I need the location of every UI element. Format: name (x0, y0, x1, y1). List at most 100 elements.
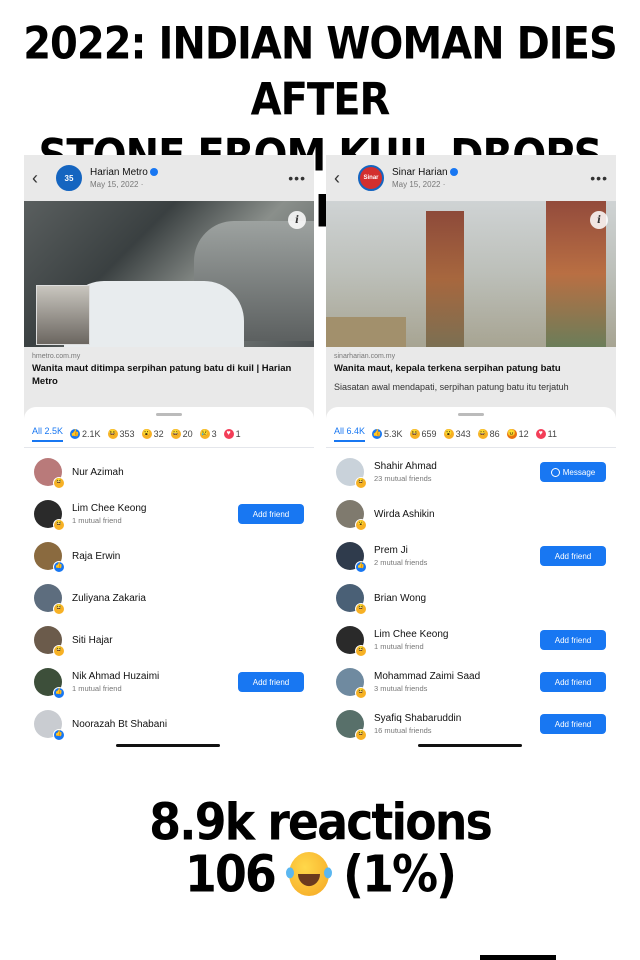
person-name[interactable]: Wirda Ashikin (374, 509, 435, 520)
person-text: Raja Erwin (72, 551, 120, 562)
tab-like[interactable]: 👍 5.3K (372, 429, 403, 439)
summary-total: 8.9k reactions (149, 792, 493, 852)
sheet-handle[interactable] (458, 413, 484, 416)
post-image[interactable]: i (24, 201, 314, 347)
list-item[interactable]: 😆 Shahir Ahmad 23 mutual friends Message (336, 451, 606, 493)
avatar[interactable]: 😆 (336, 668, 367, 699)
list-item[interactable]: 😆 Lim Chee Keong 1 mutual friend Add friend (34, 493, 304, 535)
list-item[interactable]: 😆 Nur Azimah (34, 451, 304, 493)
add-friend-button[interactable]: Add friend (540, 714, 606, 734)
haha-badge-icon: 😆 (355, 645, 367, 657)
tab-angry[interactable]: 😠 12 (506, 429, 529, 439)
list-item[interactable]: 😆 Lim Chee Keong 1 mutual friend Add friend (336, 619, 606, 661)
avatar[interactable]: 👍 (34, 542, 65, 573)
tab-like[interactable]: 👍 2.1K (70, 429, 101, 439)
tab-like-count: 2.1K (82, 429, 101, 439)
avatar[interactable]: 😆 (34, 584, 65, 615)
avatar[interactable]: 👍 (336, 542, 367, 573)
page-logo[interactable]: 35 (56, 165, 82, 191)
person-text: Nur Azimah (72, 467, 124, 478)
person-text: Syafiq Shabaruddin 16 mutual friends (374, 713, 461, 735)
tab-haha[interactable]: 😆 659 (409, 429, 437, 439)
tab-wow-count: 32 (153, 429, 164, 439)
list-item[interactable]: 👍 Prem Ji 2 mutual friends Add friend (336, 535, 606, 577)
person-text: Noorazah Bt Shabani (72, 719, 167, 730)
avatar[interactable]: 😆 (336, 584, 367, 615)
tab-all[interactable]: All 6.4K (334, 426, 366, 442)
tabs-divider (326, 447, 616, 448)
person-name[interactable]: Nur Azimah (72, 467, 124, 478)
avatar[interactable]: 😆 (34, 458, 65, 489)
post-image[interactable]: i (326, 201, 616, 347)
more-dots-icon[interactable]: ••• (288, 170, 306, 186)
person-name[interactable]: Shahir Ahmad (374, 461, 437, 472)
home-indicator (418, 744, 522, 747)
list-item[interactable]: 👍 Raja Erwin (34, 535, 304, 577)
link-domain: hmetro.com.my (32, 353, 81, 360)
list-item[interactable]: 😆 Zuliyana Zakaria (34, 577, 304, 619)
person-name[interactable]: Brian Wong (374, 593, 426, 604)
avatar[interactable]: 😆 (34, 626, 65, 657)
add-friend-button[interactable]: Add friend (238, 672, 304, 692)
page-name-link[interactable]: Sinar Harian (392, 167, 458, 178)
list-item[interactable]: 😆 Siti Hajar (34, 619, 304, 661)
haha-icon: 😆 (409, 429, 420, 439)
avatar[interactable]: 😆 (336, 710, 367, 741)
info-icon[interactable]: i (288, 211, 306, 229)
wow-icon: 😮 (443, 429, 454, 439)
shrine-shape (326, 317, 406, 347)
avatar[interactable]: 😆 (34, 500, 65, 531)
person-name[interactable]: Mohammad Zaimi Saad (374, 671, 480, 682)
list-item[interactable]: 😆 Mohammad Zaimi Saad 3 mutual friends Add … (336, 661, 606, 703)
tab-angry-count: 12 (518, 429, 529, 439)
message-button[interactable]: Message (540, 462, 606, 482)
avatar[interactable]: 😮 (336, 500, 367, 531)
add-friend-button[interactable]: Add friend (540, 546, 606, 566)
person-name[interactable]: Prem Ji (374, 545, 427, 556)
page-name-link[interactable]: Harian Metro (90, 167, 158, 178)
tab-wow[interactable]: 😮 32 (141, 429, 164, 439)
list-item[interactable]: 😆 Syafiq Shabaruddin 16 mutual friends Add … (336, 703, 606, 745)
sheet-handle[interactable] (156, 413, 182, 416)
person-text: Shahir Ahmad 23 mutual friends (374, 461, 437, 483)
list-item[interactable]: 👍 Noorazah Bt Shabani (34, 703, 304, 745)
person-name[interactable]: Raja Erwin (72, 551, 120, 562)
person-text: Lim Chee Keong 1 mutual friend (374, 629, 449, 651)
avatar[interactable]: 👍 (34, 668, 65, 699)
list-item[interactable]: 👍 Nik Ahmad Huzaimi 1 mutual friend Add fri… (34, 661, 304, 703)
info-icon[interactable]: i (590, 211, 608, 229)
person-name[interactable]: Noorazah Bt Shabani (72, 719, 167, 730)
tab-love-count: 11 (547, 429, 557, 439)
link-domain: sinarharian.com.my (334, 353, 396, 360)
tab-haha[interactable]: 😆 353 (107, 429, 135, 439)
avatar[interactable]: 😆 (336, 626, 367, 657)
person-name[interactable]: Zuliyana Zakaria (72, 593, 146, 604)
add-friend-button[interactable]: Add friend (540, 672, 606, 692)
person-name[interactable]: Nik Ahmad Huzaimi (72, 671, 159, 682)
people-list: 😆 Shahir Ahmad 23 mutual friends Message 😮 Wi… (336, 451, 606, 745)
more-dots-icon[interactable]: ••• (590, 170, 608, 186)
tab-all[interactable]: All 2.5K (32, 426, 64, 442)
add-friend-button[interactable]: Add friend (238, 504, 304, 524)
person-name[interactable]: Syafiq Shabaruddin (374, 713, 461, 724)
tab-wow[interactable]: 😮 343 (443, 429, 471, 439)
person-name[interactable]: Lim Chee Keong (72, 503, 147, 514)
tab-care[interactable]: 😄 86 (477, 429, 500, 439)
tab-care[interactable]: 😄 20 (170, 429, 193, 439)
tab-love[interactable]: ♥ 11 (535, 429, 557, 439)
tab-haha-count: 659 (421, 429, 437, 439)
chevron-left-icon[interactable]: ‹ (334, 168, 352, 189)
list-item[interactable]: 😮 Wirda Ashikin (336, 493, 606, 535)
like-badge-icon: 👍 (53, 561, 65, 573)
add-friend-button[interactable]: Add friend (540, 630, 606, 650)
list-item[interactable]: 😆 Brian Wong (336, 577, 606, 619)
avatar[interactable]: 😆 (336, 458, 367, 489)
page-logo[interactable]: Sinar (358, 165, 384, 191)
person-name[interactable]: Siti Hajar (72, 635, 113, 646)
tab-sad[interactable]: 😢 3 (199, 429, 217, 439)
mutual-friends: 1 mutual friend (72, 516, 122, 525)
person-name[interactable]: Lim Chee Keong (374, 629, 449, 640)
chevron-left-icon[interactable]: ‹ (32, 168, 50, 189)
avatar[interactable]: 👍 (34, 710, 65, 741)
tab-love[interactable]: ♥ 1 (223, 429, 241, 439)
